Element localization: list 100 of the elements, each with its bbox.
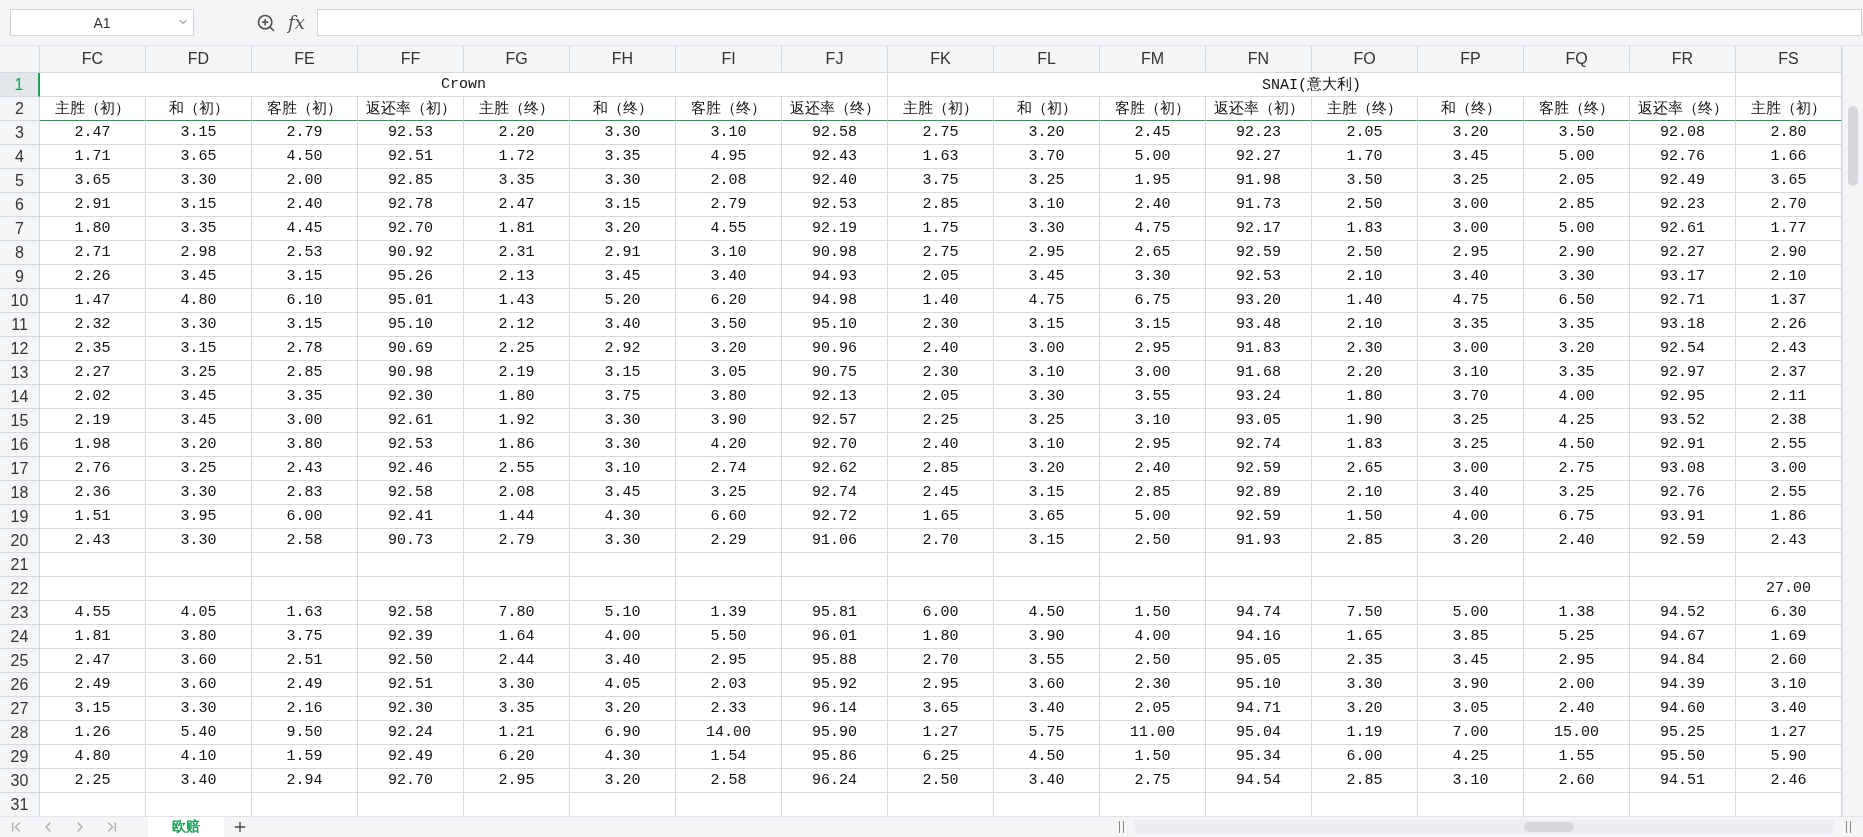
table-cell: 95.10: [1206, 673, 1312, 697]
column-header[interactable]: FI: [676, 46, 782, 73]
table-cell: 4.10: [146, 745, 252, 769]
row-number[interactable]: 16: [0, 433, 40, 457]
table-cell: 4.05: [146, 601, 252, 625]
column-header[interactable]: FF: [358, 46, 464, 73]
table-cell: 1.83: [1312, 433, 1418, 457]
row-number[interactable]: 23: [0, 601, 40, 625]
name-box[interactable]: A1: [10, 9, 194, 36]
table-cell: 2.85: [1312, 769, 1418, 793]
splitter-icon[interactable]: [1119, 821, 1124, 833]
table-cell: 92.27: [1630, 241, 1736, 265]
table-cell: 92.30: [358, 697, 464, 721]
column-header[interactable]: FJ: [782, 46, 888, 73]
column-header[interactable]: FL: [994, 46, 1100, 73]
column-header[interactable]: FN: [1206, 46, 1312, 73]
table-cell: 6.20: [676, 289, 782, 313]
column-header[interactable]: FP: [1418, 46, 1524, 73]
column-header[interactable]: FO: [1312, 46, 1418, 73]
table-cell: 3.60: [994, 673, 1100, 697]
column-header[interactable]: FK: [888, 46, 994, 73]
column-header[interactable]: FQ: [1524, 46, 1630, 73]
scrollbar-thumb[interactable]: [1848, 106, 1858, 186]
table-cell: 92.41: [358, 505, 464, 529]
column-header[interactable]: FS: [1736, 46, 1842, 73]
row-number[interactable]: 26: [0, 673, 40, 697]
column-header[interactable]: FR: [1630, 46, 1736, 73]
table-cell: 1.81: [464, 217, 570, 241]
table-cell: 94.74: [1206, 601, 1312, 625]
table-cell: 3.00: [252, 409, 358, 433]
sheet-tab[interactable]: 欧赔: [148, 817, 224, 837]
column-header[interactable]: FM: [1100, 46, 1206, 73]
select-all-corner[interactable]: [0, 46, 40, 73]
row-number[interactable]: 22: [0, 577, 40, 601]
zoom-icon[interactable]: [256, 12, 276, 33]
table-cell: 1.43: [464, 289, 570, 313]
row-number[interactable]: 25: [0, 649, 40, 673]
column-header[interactable]: FD: [146, 46, 252, 73]
table-cell: 92.76: [1630, 481, 1736, 505]
row-number[interactable]: 20: [0, 529, 40, 553]
row-number[interactable]: 8: [0, 241, 40, 265]
row-number[interactable]: 21: [0, 553, 40, 577]
row-number[interactable]: 9: [0, 265, 40, 289]
table-cell: 1.86: [464, 433, 570, 457]
table-cell: 4.05: [570, 673, 676, 697]
column-header[interactable]: FG: [464, 46, 570, 73]
row-number[interactable]: 13: [0, 361, 40, 385]
table-cell: 3.10: [1418, 769, 1524, 793]
row-number[interactable]: 29: [0, 745, 40, 769]
table-cell: 3.10: [570, 457, 676, 481]
row-number[interactable]: 7: [0, 217, 40, 241]
row-number[interactable]: 24: [0, 625, 40, 649]
table-cell: 92.17: [1206, 217, 1312, 241]
table-cell: 2.76: [40, 457, 146, 481]
table-cell: 4.00: [570, 625, 676, 649]
table-cell: 2.92: [570, 337, 676, 361]
column-header[interactable]: FC: [40, 46, 146, 73]
table-cell: 和（初）: [994, 97, 1100, 121]
table-cell: 3.40: [676, 265, 782, 289]
table-cell: 3.15: [252, 265, 358, 289]
table-cell: 92.53: [358, 433, 464, 457]
column-header[interactable]: FE: [252, 46, 358, 73]
row-number[interactable]: 6: [0, 193, 40, 217]
row-number[interactable]: 3: [0, 121, 40, 145]
row-number[interactable]: 14: [0, 385, 40, 409]
table-cell: 91.06: [782, 529, 888, 553]
row-number[interactable]: 2: [0, 97, 40, 121]
row-number[interactable]: 11: [0, 313, 40, 337]
row-number[interactable]: 27: [0, 697, 40, 721]
row-number[interactable]: 12: [0, 337, 40, 361]
row-number[interactable]: 28: [0, 721, 40, 745]
splitter-icon[interactable]: [1846, 821, 1851, 833]
table-cell: 3.25: [1524, 481, 1630, 505]
formula-field[interactable]: [316, 9, 1862, 36]
table-cell: 2.45: [1100, 121, 1206, 145]
table-cell: 3.30: [1312, 673, 1418, 697]
table-cell: 2.08: [464, 481, 570, 505]
table-cell: 92.50: [358, 649, 464, 673]
row-number[interactable]: 4: [0, 145, 40, 169]
row-number[interactable]: 17: [0, 457, 40, 481]
row-number[interactable]: 31: [0, 793, 40, 816]
table-cell: 3.95: [146, 505, 252, 529]
row-number[interactable]: 30: [0, 769, 40, 793]
row-number[interactable]: 5: [0, 169, 40, 193]
row-number[interactable]: 10: [0, 289, 40, 313]
table-cell: 2.95: [888, 673, 994, 697]
table-cell: 5.00: [1100, 505, 1206, 529]
table-cell: 4.30: [570, 505, 676, 529]
plus-icon: [232, 819, 248, 835]
table-cell: 1.75: [888, 217, 994, 241]
vertical-scrollbar[interactable]: [1842, 46, 1863, 816]
row-number[interactable]: 18: [0, 481, 40, 505]
table-cell: 2.50: [888, 769, 994, 793]
table-cell: 4.00: [1418, 505, 1524, 529]
function-label[interactable]: fx: [288, 12, 305, 33]
row-number[interactable]: 19: [0, 505, 40, 529]
horizontal-scrollbar[interactable]: [1134, 820, 1834, 834]
table-cell: 3.30: [994, 217, 1100, 241]
row-number[interactable]: 15: [0, 409, 40, 433]
column-header[interactable]: FH: [570, 46, 676, 73]
